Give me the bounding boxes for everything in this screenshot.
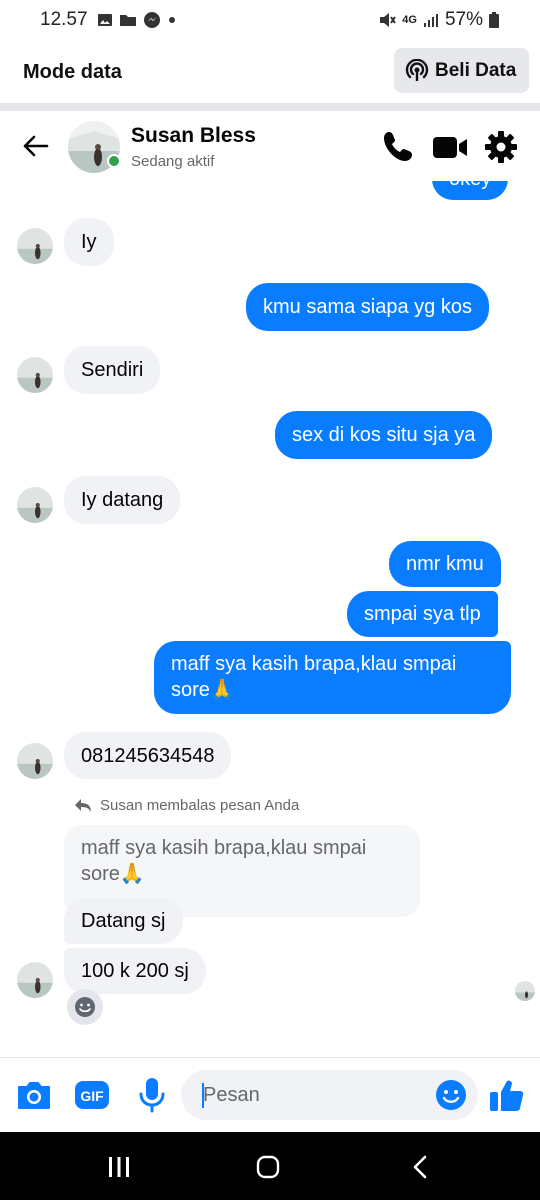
battery-icon (489, 12, 499, 28)
gif-icon: GIF (75, 1081, 109, 1109)
buy-data-button[interactable]: Beli Data (394, 48, 529, 93)
contact-status: Sedang aktif (131, 153, 215, 170)
like-icon (490, 1080, 524, 1111)
sender-avatar[interactable] (17, 228, 53, 264)
message-bubble-in[interactable]: Iy datang (64, 476, 181, 524)
video-icon[interactable] (432, 129, 468, 165)
camera-icon (18, 1082, 50, 1109)
back-nav-icon[interactable] (412, 1155, 428, 1179)
recent-apps-icon[interactable] (107, 1156, 131, 1178)
sender-avatar[interactable] (17, 357, 53, 393)
voice-button[interactable] (133, 1076, 171, 1114)
divider (0, 103, 540, 111)
message-bubble-in[interactable]: 100 k 200 sj (64, 948, 206, 994)
phone-icon[interactable] (380, 129, 416, 165)
buy-data-label: Beli Data (435, 59, 517, 81)
gallery-icon (98, 14, 112, 26)
home-icon[interactable] (256, 1155, 280, 1179)
notification-icons (97, 11, 177, 29)
message-bubble-out[interactable]: smpai sya tlp (347, 591, 498, 637)
sender-avatar[interactable] (17, 962, 53, 998)
message-bubble-out[interactable]: nmr kmu (389, 541, 501, 587)
message-composer: GIF (0, 1058, 540, 1132)
mute-icon (380, 13, 397, 27)
network-type: 4G (402, 13, 417, 26)
svg-text:GIF: GIF (80, 1088, 104, 1104)
clipped-area: okey (0, 181, 540, 203)
sender-avatar[interactable] (17, 487, 53, 523)
message-bubble-in[interactable]: Sendiri (64, 346, 161, 394)
mic-icon (139, 1078, 165, 1113)
add-reaction-button[interactable] (67, 989, 103, 1025)
sender-avatar[interactable] (17, 743, 53, 779)
reply-note-text: Susan membalas pesan Anda (100, 797, 300, 814)
like-button[interactable] (488, 1076, 526, 1114)
dot-icon (169, 17, 175, 23)
message-input-box[interactable] (181, 1070, 478, 1120)
reply-icon (75, 798, 91, 812)
status-bar: 12.57 4G 57% (0, 0, 540, 40)
camera-button[interactable] (15, 1076, 53, 1114)
status-time: 12.57 (40, 9, 88, 30)
folder-icon (120, 15, 136, 26)
battery-percent: 57% (444, 9, 483, 30)
gear-icon[interactable] (483, 129, 519, 165)
emoji-icon[interactable] (435, 1079, 467, 1111)
message-bubble-in[interactable]: Datang sj (64, 898, 183, 944)
status-right: 4G 57% (378, 9, 499, 31)
messenger-icon (144, 12, 160, 28)
reply-note: Susan membalas pesan Anda (74, 797, 299, 814)
message-bubble-out[interactable]: kmu sama siapa yg kos (246, 283, 489, 331)
message-bubble-out[interactable]: okey (432, 181, 509, 200)
seen-indicator-avatar (515, 981, 535, 1001)
message-input[interactable] (203, 1082, 423, 1108)
data-mode-title: Mode data (23, 61, 122, 83)
contact-name[interactable]: Susan Bless (131, 124, 256, 148)
smile-icon (75, 997, 95, 1017)
signal-icon (423, 14, 438, 27)
back-icon[interactable] (20, 131, 50, 161)
broadcast-icon (405, 58, 429, 81)
message-bubble-in[interactable]: Iy (64, 218, 114, 266)
chat-header: Susan Bless Sedang aktif (0, 111, 540, 181)
online-indicator (107, 154, 121, 168)
message-bubble-out[interactable]: maff sya kasih brapa,klau smpai sore🙏 (154, 641, 511, 714)
message-bubble-in[interactable]: 081245634548 (64, 732, 232, 779)
system-nav-bar (0, 1132, 540, 1200)
message-bubble-out[interactable]: sex di kos situ sja ya (275, 411, 493, 459)
gif-button[interactable]: GIF (73, 1076, 111, 1114)
